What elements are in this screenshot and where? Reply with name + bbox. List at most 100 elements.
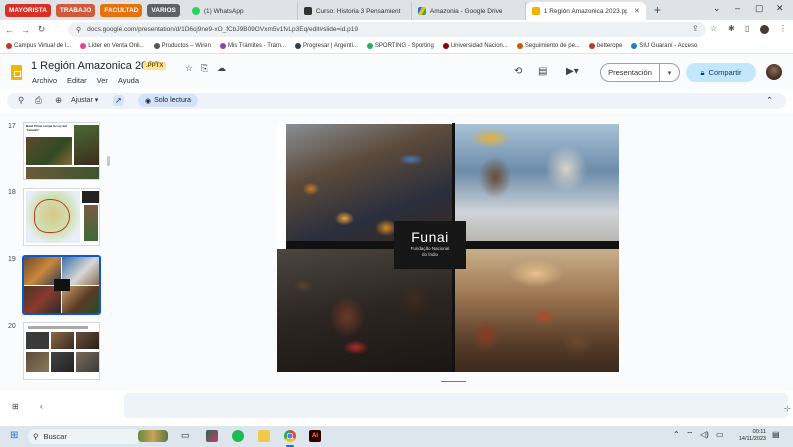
bookmark-item[interactable]: Mis Trámites - Trám... (219, 43, 286, 49)
speaker-notes[interactable] (124, 393, 788, 418)
move-icon[interactable]: ⎘ (201, 63, 208, 74)
battery-icon[interactable]: ▭ (716, 430, 724, 439)
read-only-chip[interactable]: ◉ Solo lectura (138, 94, 199, 107)
bookmark-item[interactable]: SIU Guaraní - Acceso (631, 43, 697, 49)
slide-number: 19 (8, 256, 16, 263)
bookmark-item[interactable]: Universidad Nacion... (442, 43, 508, 49)
bookmark-item[interactable]: Campus Virtual de l... (6, 43, 71, 49)
network-icon[interactable]: ⌔ (686, 430, 694, 440)
notes-resize-handle[interactable] (441, 381, 466, 382)
explore-icon[interactable]: ⊹ (784, 404, 791, 413)
tab-whatsapp[interactable]: (1) WhatsApp (186, 2, 298, 20)
tab-google-drive[interactable]: Amazonia - Google Drive (412, 2, 526, 20)
bookmark-item[interactable]: SPORTING - Sporting (366, 43, 434, 49)
filmstrip-scrollbar[interactable] (107, 156, 110, 166)
new-tab-button[interactable]: + (654, 3, 661, 17)
thumb-heading-bar (28, 326, 88, 329)
bookmark-item[interactable]: betterope (588, 43, 622, 49)
google-slides-logo-icon[interactable] (11, 65, 22, 80)
whatsapp-icon (191, 7, 200, 15)
tab-region-amazonica[interactable]: 1 Región Amazonica 2023.pp ✕ (525, 2, 646, 20)
address-bar[interactable]: ⚲ docs.google.com/presentation/d/1D6cj9n… (68, 22, 706, 37)
zoom-icon[interactable]: ⊕ (55, 95, 62, 106)
zoom-fit-select[interactable]: Ajustar ▾ (71, 96, 98, 104)
file-explorer-icon[interactable] (258, 430, 270, 442)
comments-icon[interactable]: ▤ (538, 66, 547, 77)
maximize-button[interactable]: ▢ (755, 3, 764, 14)
select-cursor-icon[interactable]: ➚ (113, 95, 125, 106)
bookmark-star-icon[interactable]: ☆ (710, 24, 717, 33)
spotify-icon[interactable] (232, 430, 244, 442)
slide-thumbnail-selected[interactable] (22, 255, 101, 315)
present-dropdown-button[interactable]: ▾ (660, 63, 680, 82)
chevron-up-icon[interactable]: ⌃ (766, 95, 773, 106)
bookmark-item[interactable]: Progresar | Argenti... (295, 43, 358, 49)
cloud-status-icon[interactable]: ☁ (217, 63, 226, 74)
tab-search-icon[interactable]: ⌄ (713, 3, 721, 14)
bookmark-favicon-icon (295, 43, 301, 49)
menu-archivo[interactable]: Archivo (32, 76, 57, 85)
tab-title: (1) WhatsApp (203, 7, 244, 15)
slide-thumbnail[interactable] (23, 188, 100, 246)
tab-group-label: VARIOS (151, 6, 176, 14)
menu-editar[interactable]: Editar (67, 76, 87, 85)
grid-view-icon[interactable]: ⊞ (12, 402, 19, 411)
slide-thumbnail[interactable]: Basil Prime rompe la Ley del 'Cazador'. (23, 122, 100, 180)
site-info-icon[interactable]: ⚲ (76, 26, 81, 34)
tab-group-facultad[interactable]: FACULTAD (100, 3, 143, 17)
system-clock[interactable]: 00:11 14/11/2023 (728, 429, 766, 443)
collapse-filmstrip-icon[interactable]: ‹ (40, 402, 43, 411)
tab-title: Curso: Historia 3 Pensamient (315, 7, 401, 15)
share-page-icon[interactable]: ⇪ (692, 24, 699, 33)
bookmark-label: Universidad Nacion... (450, 43, 508, 49)
windows-start-icon[interactable]: ⊞ (10, 430, 18, 441)
share-button[interactable]: 🔒︎ Compartir (686, 63, 756, 82)
bookmark-label: Productos – Wiren (161, 43, 211, 49)
task-view-icon[interactable]: ▭ (181, 430, 190, 441)
tab-group-trabajo[interactable]: TRABAJO (55, 3, 96, 17)
meet-icon[interactable]: ▶▾ (566, 66, 579, 77)
search-menus-icon[interactable]: ⚲ (18, 95, 24, 106)
bookmark-item[interactable]: Líder en Venta Onli... (80, 43, 145, 49)
bookmark-label: SPORTING - Sporting (374, 43, 434, 49)
profile-icon[interactable] (760, 25, 769, 34)
search-icon: ⚲ (33, 432, 39, 441)
funai-logo-name: Funai (411, 229, 449, 245)
tab-group-varios[interactable]: VARIOS (147, 3, 180, 17)
star-icon[interactable]: ☆ (185, 63, 193, 74)
back-icon[interactable]: ← (3, 25, 16, 35)
thumb-logo (54, 279, 70, 291)
minimize-button[interactable]: – (735, 3, 740, 13)
document-title[interactable]: 1 Región Amazonica 2023 (31, 60, 159, 72)
bookmark-item[interactable]: Productos – Wiren (153, 43, 211, 49)
menu-ver[interactable]: Ver (97, 76, 108, 85)
more-menu-icon[interactable]: ⋮ (779, 24, 787, 33)
bookmark-favicon-icon (219, 43, 226, 49)
sidepanel-icon[interactable]: ▯ (745, 24, 749, 33)
tab-curso-historia[interactable]: Curso: Historia 3 Pensamient (298, 2, 412, 20)
tab-group-mayorista[interactable]: MAYORISTA (5, 3, 51, 17)
account-avatar[interactable] (766, 64, 782, 80)
reload-icon[interactable]: ↻ (35, 24, 48, 35)
extensions-icon[interactable]: ✱ (728, 24, 735, 33)
close-window-button[interactable]: ✕ (776, 3, 784, 14)
tray-chevron-icon[interactable]: ⌃ (673, 430, 680, 439)
slide-thumbnail[interactable] (23, 322, 100, 380)
thumb-photo (76, 352, 99, 372)
menu-ayuda[interactable]: Ayuda (118, 76, 139, 85)
present-button[interactable]: Presentación (600, 63, 660, 82)
notifications-icon[interactable]: ▤ (772, 430, 780, 439)
chevron-down-icon: ▾ (667, 69, 672, 77)
print-icon[interactable]: ⎙ (35, 95, 42, 106)
widget-figures-icon[interactable] (138, 430, 168, 442)
close-tab-icon[interactable]: ✕ (634, 7, 640, 15)
chrome-icon[interactable] (284, 430, 296, 442)
bookmark-item[interactable]: Seguimiento de pe... (516, 43, 580, 49)
illustrator-icon[interactable]: Ai (309, 430, 321, 442)
volume-icon[interactable]: ◁) (700, 430, 709, 439)
history-icon[interactable]: ⟲ (514, 66, 522, 77)
forward-icon[interactable]: → (19, 25, 32, 35)
taskbar-search[interactable]: ⚲ Buscar (28, 429, 140, 444)
menu-bar: Archivo Editar Ver Ayuda (32, 76, 139, 85)
game-app-icon[interactable] (206, 430, 218, 442)
